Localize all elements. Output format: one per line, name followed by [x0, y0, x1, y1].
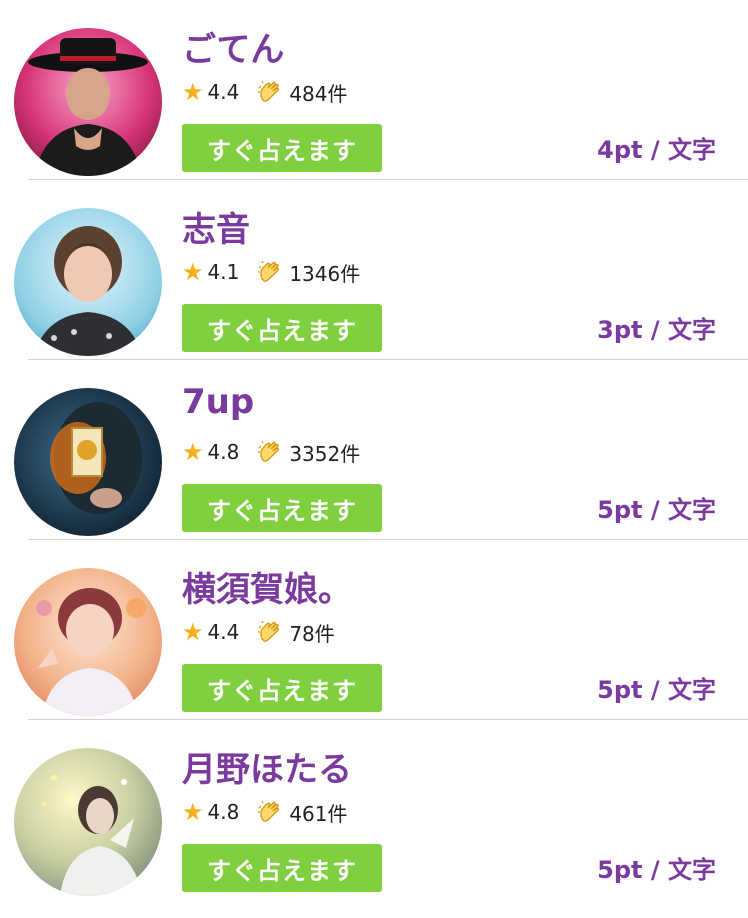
stats: ★ 4.4 484件 [182, 78, 348, 106]
price-per-character: 5pt / 文字 [597, 496, 716, 524]
fortune-teller-name[interactable]: 横須賀娘。 [182, 562, 352, 611]
consult-now-button[interactable]: すぐ占えます [182, 664, 382, 712]
rating-value: 4.1 [207, 260, 240, 284]
consult-now-button[interactable]: すぐ占えます [182, 484, 382, 532]
stats: ★ 4.4 78件 [182, 618, 335, 646]
price-per-character: 5pt / 文字 [597, 676, 716, 704]
fortune-teller-row[interactable]: 横須賀娘。 ★ 4.4 78件 すぐ占えます 5pt / 文字 [0, 540, 748, 720]
review-count: 3352件 [289, 441, 361, 466]
fortune-teller-list: ごてん ★ 4.4 484件 すぐ占えます 4pt / 文字 志音 ★ 4.1 … [0, 0, 748, 900]
fortune-teller-row[interactable]: 志音 ★ 4.1 1346件 すぐ占えます 3pt / 文字 [0, 180, 748, 360]
avatar[interactable] [14, 568, 162, 716]
avatar[interactable] [14, 208, 162, 356]
price-per-character: 4pt / 文字 [597, 136, 716, 164]
fortune-teller-name[interactable]: 志音 [182, 202, 250, 251]
star-icon: ★ [182, 258, 204, 286]
stats: ★ 4.8 3352件 [182, 438, 360, 466]
rating-value: 4.8 [207, 440, 240, 464]
stats: ★ 4.1 1346件 [182, 258, 360, 286]
fortune-teller-name[interactable]: 7up [182, 382, 254, 422]
fortune-teller-row[interactable]: 7up ★ 4.8 3352件 すぐ占えます 5pt / 文字 [0, 360, 748, 540]
clapping-hands-icon [257, 259, 283, 285]
review-count: 1346件 [289, 261, 361, 286]
review-count: 484件 [289, 81, 348, 106]
stats: ★ 4.8 461件 [182, 798, 348, 826]
clapping-hands-icon [257, 799, 283, 825]
price-per-character: 3pt / 文字 [597, 316, 716, 344]
review-count: 461件 [289, 801, 348, 826]
avatar[interactable] [14, 28, 162, 176]
fortune-teller-name[interactable]: 月野ほたる [182, 742, 352, 791]
star-icon: ★ [182, 438, 204, 466]
star-icon: ★ [182, 78, 204, 106]
clapping-hands-icon [257, 79, 283, 105]
consult-now-button[interactable]: すぐ占えます [182, 124, 382, 172]
fortune-teller-row[interactable]: 月野ほたる ★ 4.8 461件 すぐ占えます 5pt / 文字 [0, 720, 748, 900]
price-per-character: 5pt / 文字 [597, 856, 716, 884]
clapping-hands-icon [257, 619, 283, 645]
clapping-hands-icon [257, 439, 283, 465]
rating-value: 4.4 [207, 620, 240, 644]
avatar[interactable] [14, 388, 162, 536]
fortune-teller-name[interactable]: ごてん [182, 22, 284, 71]
rating-value: 4.8 [207, 800, 240, 824]
fortune-teller-row[interactable]: ごてん ★ 4.4 484件 すぐ占えます 4pt / 文字 [0, 0, 748, 180]
consult-now-button[interactable]: すぐ占えます [182, 304, 382, 352]
star-icon: ★ [182, 618, 204, 646]
review-count: 78件 [289, 621, 335, 646]
star-icon: ★ [182, 798, 204, 826]
avatar[interactable] [14, 748, 162, 896]
consult-now-button[interactable]: すぐ占えます [182, 844, 382, 892]
rating-value: 4.4 [207, 80, 240, 104]
